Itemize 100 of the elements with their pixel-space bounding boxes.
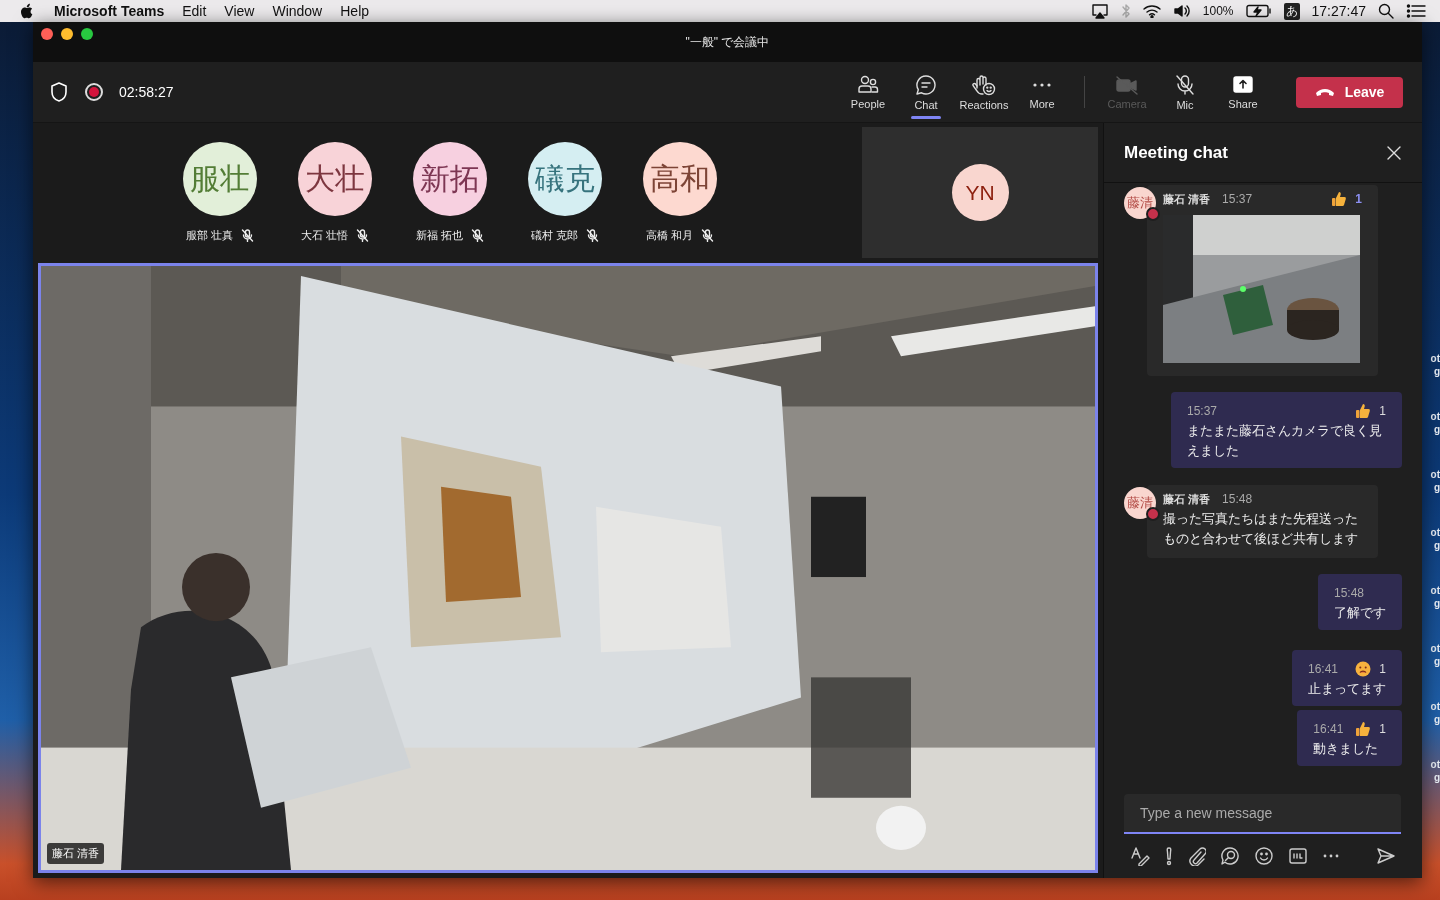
wifi-icon[interactable] xyxy=(1142,4,1161,18)
mic-button[interactable]: Mic xyxy=(1156,62,1214,122)
minimize-window-button[interactable] xyxy=(61,28,73,40)
desktop-icon-label: ot xyxy=(1430,468,1440,481)
window-title: "一般" で会議中 xyxy=(685,33,770,51)
sender-avatar: 藤清 xyxy=(1124,487,1156,519)
participant-avatar[interactable]: 高和 xyxy=(643,142,717,216)
panel-title: Meeting chat xyxy=(1124,142,1229,163)
more-options-icon[interactable] xyxy=(1322,853,1340,859)
thumbs-up-icon xyxy=(1355,403,1372,419)
participant-avatar[interactable]: 大壮 xyxy=(298,142,372,216)
search-icon[interactable] xyxy=(1378,3,1394,19)
message-text: 止まってます xyxy=(1308,680,1386,698)
participant-avatar[interactable]: 新拓 xyxy=(413,142,487,216)
desktop-icon-label: g xyxy=(1433,655,1440,668)
hang-up-icon xyxy=(1314,87,1335,97)
reactions-button[interactable]: Reactions xyxy=(955,62,1013,122)
muted-mic-icon xyxy=(701,229,715,242)
menu-item[interactable]: Window xyxy=(272,3,323,19)
shield-icon xyxy=(49,81,69,103)
message-time: 15:48 xyxy=(1222,492,1253,506)
battery-charging-icon[interactable] xyxy=(1245,4,1272,18)
paperclip-icon[interactable] xyxy=(1188,846,1206,866)
menu-item[interactable]: View xyxy=(224,3,255,19)
emoji-icon[interactable] xyxy=(1254,846,1274,866)
people-icon[interactable] xyxy=(857,74,879,95)
format-icon[interactable] xyxy=(1130,846,1150,866)
desktop-icon-label: ot xyxy=(1430,526,1440,539)
message-author: 藤石 清香 xyxy=(1163,191,1211,207)
message-text: 撮った写真たちはまた先程送ったものと合わせて後ほど共有します xyxy=(1163,510,1359,548)
close-button[interactable] xyxy=(1386,144,1402,161)
sender-avatar: 藤清 xyxy=(1124,187,1156,219)
menu-item[interactable]: Edit xyxy=(182,3,207,19)
desktop-icon-label: ot xyxy=(1430,352,1440,365)
desktop-icon-label: g xyxy=(1433,771,1440,784)
participant-name: 高橋 和月 xyxy=(645,228,694,243)
zoom-window-button[interactable] xyxy=(81,28,93,40)
close-icon xyxy=(1386,144,1402,161)
battery-percent: 100% xyxy=(1202,4,1234,18)
menubar-clock[interactable]: 17:27:47 xyxy=(1311,3,1366,19)
list-icon[interactable] xyxy=(1406,3,1426,19)
desktop-icon-label: g xyxy=(1433,365,1440,378)
message-text: 了解です xyxy=(1334,604,1386,622)
frown-face-icon xyxy=(1355,661,1372,677)
muted-mic-icon xyxy=(356,229,370,242)
share-button[interactable]: Share xyxy=(1214,62,1272,122)
message-time: 16:41 xyxy=(1308,662,1339,676)
participant-name: 服部 壮真 xyxy=(185,228,234,243)
speaker-name-label: 藤石 清香 xyxy=(47,843,105,864)
participant-name: 新福 拓也 xyxy=(415,228,464,243)
reaction-count: 1 xyxy=(1379,404,1386,418)
message-author: 藤石 清香 xyxy=(1163,491,1211,507)
participant-name: 大石 壮悟 xyxy=(300,228,349,243)
volume-icon[interactable] xyxy=(1172,4,1191,18)
message-text: またまた藤石さんカメラで良く見えました xyxy=(1187,422,1383,460)
important-icon[interactable] xyxy=(1164,846,1174,866)
desktop-icon-label: ot xyxy=(1430,584,1440,597)
participant-name: 礒村 克郎 xyxy=(530,228,579,243)
chat-button[interactable]: Chat xyxy=(897,62,955,122)
people-button[interactable]: People xyxy=(839,62,897,122)
desktop-icon-label: ot xyxy=(1430,642,1440,655)
loop-icon[interactable] xyxy=(1220,846,1240,866)
app-name[interactable]: Microsoft Teams xyxy=(54,3,165,19)
send-icon[interactable] xyxy=(1376,847,1396,865)
desktop-icon-label: g xyxy=(1433,539,1440,552)
reaction-count: 1 xyxy=(1379,722,1386,736)
more-button[interactable]: More xyxy=(1013,62,1071,122)
message-time: 15:37 xyxy=(1222,192,1253,206)
close-window-button[interactable] xyxy=(41,28,53,40)
participant-avatar[interactable]: 服壮 xyxy=(183,142,257,216)
participant-avatar[interactable]: 礒克 xyxy=(528,142,602,216)
muted-mic-icon xyxy=(471,229,485,242)
gif-icon[interactable] xyxy=(1288,847,1308,865)
thumbs-up-icon xyxy=(1355,721,1372,737)
thumbs-up-icon xyxy=(1331,191,1348,207)
desktop-icon-label: g xyxy=(1433,597,1440,610)
message-time: 15:37 xyxy=(1187,404,1218,418)
muted-mic-icon xyxy=(586,229,600,242)
desktop-icon-label: g xyxy=(1433,423,1440,436)
chat-bubble-icon[interactable] xyxy=(915,73,937,96)
input-method-indicator[interactable]: あ xyxy=(1283,2,1300,20)
share-icon[interactable] xyxy=(1232,74,1254,95)
apple-logo-icon[interactable] xyxy=(20,3,34,19)
message-input[interactable]: Type a new message xyxy=(1124,794,1401,834)
desktop-icon-label: ot xyxy=(1430,700,1440,713)
raised-hand-icon[interactable] xyxy=(972,73,996,96)
desktop-icon-label: g xyxy=(1433,481,1440,494)
message-time: 15:48 xyxy=(1334,586,1365,600)
menu-item[interactable]: Help xyxy=(340,3,370,19)
desktop-icon-label: ot xyxy=(1430,758,1440,771)
airplay-icon[interactable] xyxy=(1090,3,1109,19)
leave-button[interactable]: Leave xyxy=(1296,76,1403,108)
message-text: 動きました xyxy=(1313,740,1380,758)
message-time: 16:41 xyxy=(1313,722,1344,736)
participant-avatar[interactable]: YN xyxy=(951,164,1009,221)
meeting-timer: 02:58:27 xyxy=(119,84,174,100)
reaction-count: 1 xyxy=(1355,192,1362,206)
mic-off-icon[interactable] xyxy=(1174,73,1196,96)
desktop-icon-label: g xyxy=(1433,713,1440,726)
reaction-count: 1 xyxy=(1379,662,1386,676)
